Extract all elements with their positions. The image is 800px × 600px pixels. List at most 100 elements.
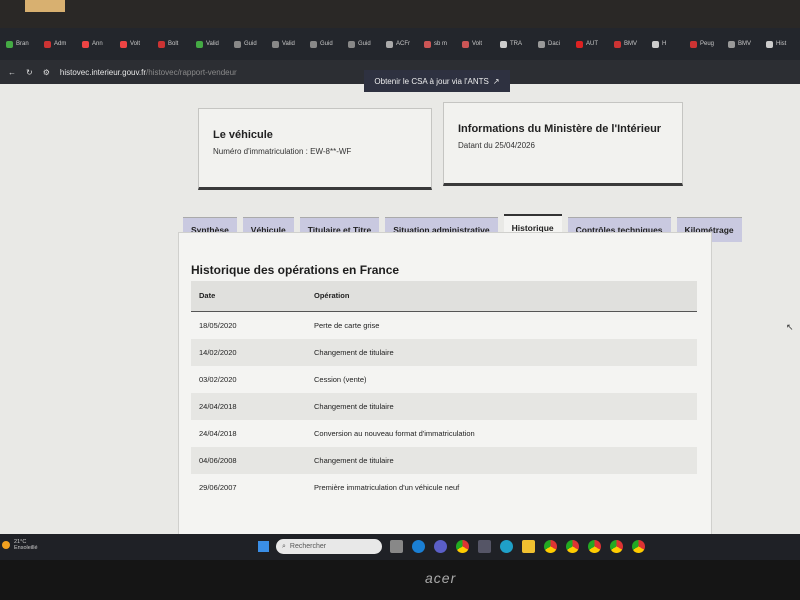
reload-icon[interactable]: ↻	[26, 68, 33, 77]
table-row: 29/06/2007 Première immatriculation d'un …	[191, 474, 697, 501]
chrome-profile-icon[interactable]	[610, 540, 623, 553]
browser-tab[interactable]: AUT	[576, 34, 610, 54]
row-date: 24/04/2018	[191, 392, 306, 420]
favicon-icon	[44, 40, 51, 48]
browser-tab[interactable]: ACFr	[386, 34, 420, 54]
favicon-icon	[538, 40, 545, 48]
page-content: Obtenir le CSA à jour via l'ANTS ↗ Le véh…	[0, 70, 800, 542]
row-date: 29/06/2007	[199, 482, 237, 492]
url-text[interactable]: histovec.interieur.gouv.fr/histovec/rapp…	[60, 68, 237, 77]
row-date: 04/06/2008	[191, 446, 306, 474]
chrome-profile-icon[interactable]	[544, 540, 557, 553]
external-link-icon: ↗	[492, 76, 500, 86]
browser-tab-label: Guid	[320, 41, 333, 47]
edge-icon[interactable]	[500, 540, 513, 553]
task-view-icon[interactable]	[390, 540, 403, 553]
browser-tab[interactable]: Ann	[82, 34, 116, 54]
favicon-icon	[728, 40, 735, 48]
browser-tab-label: Bolt	[168, 41, 179, 47]
ministry-date: Datant du 25/04/2026	[458, 141, 535, 150]
row-date: 18/05/2020	[199, 320, 237, 330]
browser-tab[interactable]: TRA	[500, 34, 534, 54]
chrome-icon[interactable]	[456, 540, 469, 553]
vehicle-card: Le véhicule Numéro d'immatriculation : E…	[198, 108, 432, 190]
browser-tab-label: Hist	[776, 41, 787, 47]
table-row: 03/02/2020 Cession (vente)	[191, 366, 697, 393]
browser-tab[interactable]: BMV	[614, 34, 648, 54]
teams-icon[interactable]	[434, 540, 447, 553]
table-row: 04/06/2008 Changement de titulaire	[191, 446, 697, 474]
browser-tab-label: AUT	[586, 41, 598, 47]
favicon-icon	[424, 40, 431, 48]
row-operation: Changement de titulaire	[306, 338, 697, 366]
table-row: 14/02/2020 Changement de titulaire	[191, 338, 697, 366]
row-date: 03/02/2020	[199, 374, 237, 384]
search-icon: ⌕	[282, 542, 286, 550]
favicon-icon	[158, 40, 165, 48]
favicon-icon	[690, 40, 697, 48]
site-info-icon[interactable]: ⚙	[43, 68, 50, 77]
browser-tab[interactable]: H	[652, 34, 686, 54]
browser-tab[interactable]: Valid	[196, 34, 230, 54]
row-operation: Changement de titulaire	[306, 392, 697, 420]
calculator-icon[interactable]	[478, 540, 491, 553]
back-icon[interactable]: ←	[8, 68, 16, 77]
browser-tab-label: Bran	[16, 41, 29, 47]
column-header-operation: Opération	[306, 281, 697, 312]
favicon-icon	[500, 40, 507, 48]
favicon-icon	[6, 40, 13, 48]
acer-logo: acer	[425, 570, 457, 586]
ministry-card-title: Informations du Ministère de l'Intérieur	[458, 123, 662, 135]
browser-tab[interactable]: Bran	[6, 34, 40, 54]
browser-tab[interactable]: Bolt	[158, 34, 192, 54]
favicon-icon	[766, 40, 773, 48]
csa-button[interactable]: Obtenir le CSA à jour via l'ANTS ↗	[364, 70, 510, 92]
browser-tab[interactable]: sb m	[424, 34, 458, 54]
favicon-icon	[462, 40, 469, 48]
row-operation: Conversion au nouveau format d'immatricu…	[314, 428, 475, 438]
browser-tab[interactable]: Volt	[462, 34, 496, 54]
row-operation: Perte de carte grise	[314, 320, 380, 330]
browser-tab[interactable]: BMV	[728, 34, 762, 54]
taskbar-search[interactable]: ⌕ Rechercher	[276, 539, 382, 554]
browser-tab[interactable]: Peug	[690, 34, 724, 54]
file-explorer-icon[interactable]	[522, 540, 535, 553]
browser-tab[interactable]: Volt	[120, 34, 154, 54]
windows-start-icon[interactable]	[258, 541, 269, 552]
browser-tab-label: Daci	[548, 41, 561, 47]
browser-tab-label: Valid	[206, 41, 219, 47]
monitor-bezel-bottom	[0, 560, 800, 600]
favicon-icon	[652, 40, 659, 48]
chrome-profile-icon[interactable]	[632, 540, 645, 553]
browser-tab-label: Ann	[92, 41, 103, 47]
favicon-icon	[310, 40, 317, 48]
browser-tab[interactable]: Guid	[310, 34, 344, 54]
background-decoration	[25, 0, 65, 12]
favicon-icon	[82, 40, 89, 48]
browser-tab-label: Adm	[54, 41, 67, 47]
chrome-profile-icon[interactable]	[588, 540, 601, 553]
weather-widget[interactable]: 21°C Ensoleillé	[2, 539, 38, 551]
skype-icon[interactable]	[412, 540, 425, 553]
row-date: 14/02/2020	[191, 338, 306, 366]
row-operation: Première immatriculation d'un véhicule n…	[314, 482, 460, 492]
chrome-profile-icon[interactable]	[566, 540, 579, 553]
registration-number: Numéro d'immatriculation : EW-8**-WF	[213, 147, 352, 156]
browser-tab[interactable]: Guid	[234, 34, 268, 54]
browser-tab-label: Guid	[244, 41, 257, 47]
sun-icon	[2, 541, 10, 549]
browser-tab[interactable]: Guid	[348, 34, 382, 54]
browser-tab-label: Valid	[282, 41, 295, 47]
browser-tab-label: BMV	[624, 41, 638, 47]
browser-tab[interactable]: Hist	[766, 34, 800, 54]
browser-tab[interactable]: Daci	[538, 34, 572, 54]
row-date: 24/04/2018	[199, 428, 237, 438]
favicon-icon	[386, 40, 393, 48]
table-row: 24/04/2018 Conversion au nouveau format d…	[191, 420, 697, 447]
browser-tab[interactable]: Adm	[44, 34, 78, 54]
browser-tab-label: BMV	[738, 41, 752, 47]
browser-tab-bar: Bran Adm Ann Volt Bolt Valid Guid Valid Guid Guid…	[0, 28, 800, 60]
table-row: 24/04/2018 Changement de titulaire	[191, 392, 697, 420]
browser-tab[interactable]: Valid	[272, 34, 306, 54]
monitor-bezel-top	[0, 0, 800, 28]
